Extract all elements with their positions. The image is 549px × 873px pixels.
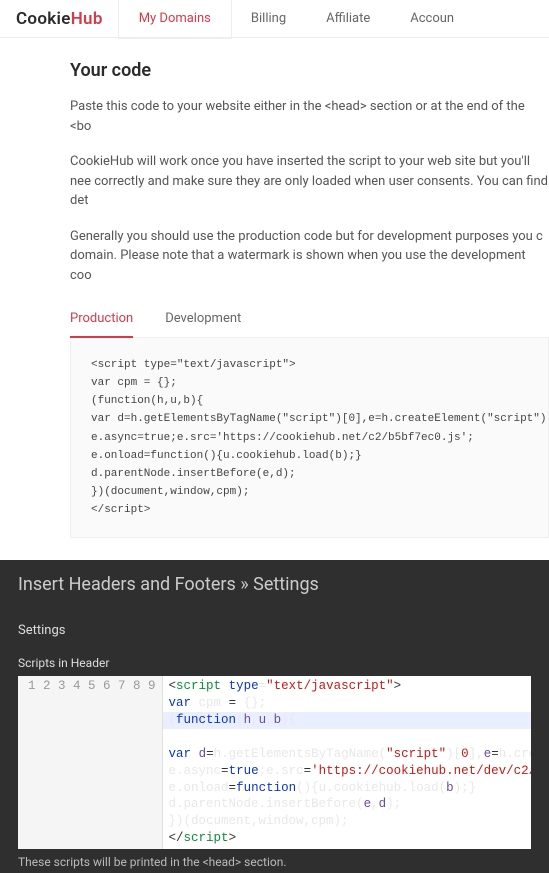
wp-footnote: These scripts will be printed in the <he… — [18, 849, 531, 869]
wp-heading: Insert Headers and Footers » Settings — [18, 574, 531, 595]
code-snippet[interactable]: <script type="text/javascript"> var cpm … — [70, 337, 549, 538]
nav-billing[interactable]: Billing — [231, 0, 306, 38]
nav-my-domains[interactable]: My Domains — [119, 0, 231, 38]
wp-scripts-header-label: Scripts in Header — [18, 656, 531, 670]
code-tabs: Production Development — [70, 301, 549, 338]
page-intro-1: Paste this code to your website either i… — [70, 97, 549, 136]
page-intro-3: Generally you should use the production … — [70, 227, 549, 286]
editor-code[interactable]: <script type="text/javascript"> var cpm … — [163, 676, 531, 849]
page-title: Your code — [70, 60, 549, 81]
main-nav: My Domains Billing Affiliate Accoun — [119, 0, 549, 38]
wp-settings-label: Settings — [18, 623, 531, 638]
logo: CookieHub — [0, 9, 119, 29]
header-scripts-editor[interactable]: 1 2 3 4 5 6 7 8 9 <script type="text/jav… — [18, 676, 531, 849]
page-intro-2: CookieHub will work once you have insert… — [70, 152, 549, 211]
editor-gutter: 1 2 3 4 5 6 7 8 9 — [18, 676, 163, 849]
nav-account[interactable]: Accoun — [390, 0, 474, 38]
nav-affiliate[interactable]: Affiliate — [306, 0, 390, 38]
tab-production[interactable]: Production — [70, 301, 133, 338]
tab-development[interactable]: Development — [165, 301, 241, 337]
